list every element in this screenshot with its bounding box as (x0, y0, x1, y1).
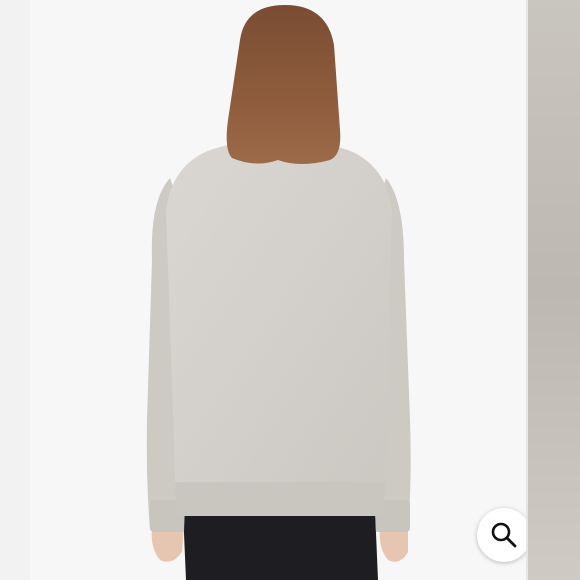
product-image (30, 0, 526, 580)
previous-image-peek[interactable] (0, 0, 30, 580)
zoom-button[interactable] (477, 508, 526, 562)
right-hand (379, 528, 408, 562)
sweatshirt-hem (175, 482, 385, 516)
model-illustration (146, 5, 411, 580)
left-hand (151, 528, 184, 562)
pants (183, 510, 378, 580)
next-image-peek[interactable] (526, 0, 580, 580)
hair (226, 5, 341, 164)
sweatshirt-body (166, 139, 392, 488)
search-icon (491, 522, 517, 548)
